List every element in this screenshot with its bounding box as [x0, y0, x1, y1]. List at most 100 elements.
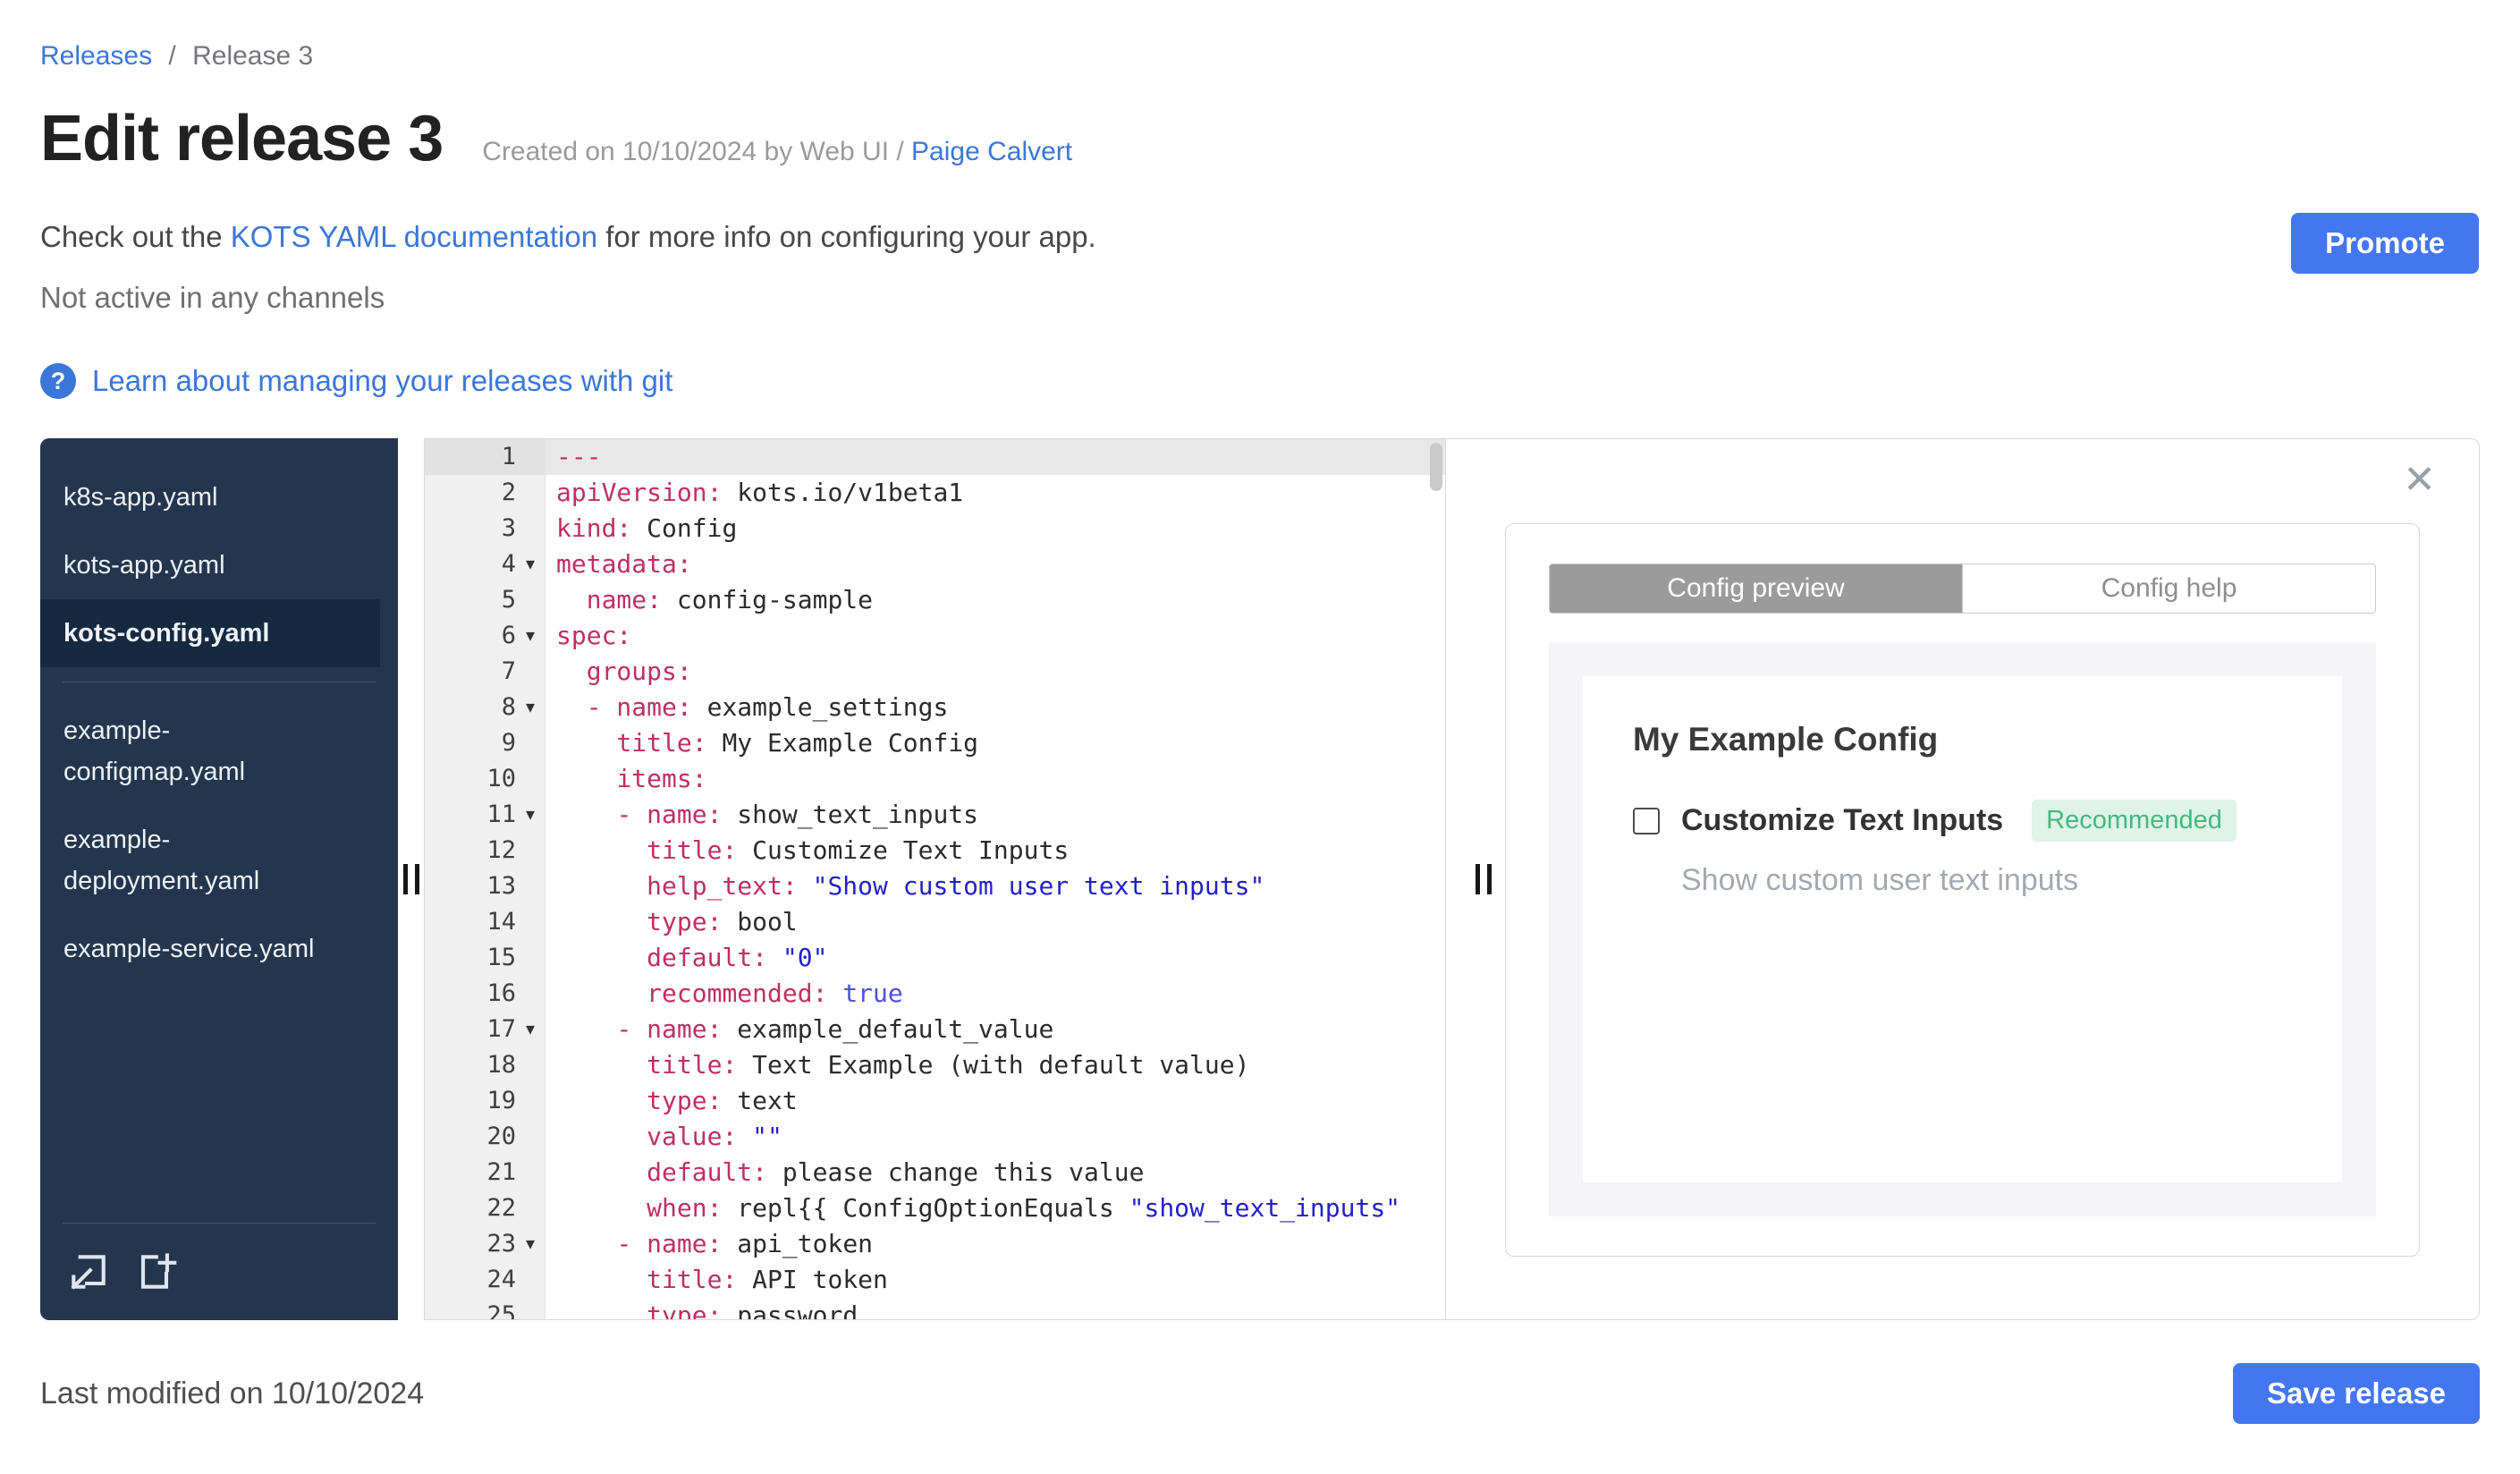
- editor-scrollbar-thumb[interactable]: [1430, 443, 1442, 491]
- code-line-24[interactable]: 24 title: API token: [425, 1262, 1445, 1298]
- sidebar-resize-gutter: [398, 438, 424, 1320]
- code-line-19[interactable]: 19 type: text: [425, 1083, 1445, 1119]
- code-line-9[interactable]: 9 title: My Example Config: [425, 725, 1445, 761]
- line-number: 10: [425, 761, 545, 797]
- close-icon[interactable]: ✕: [2403, 461, 2436, 500]
- question-mark-icon: ?: [40, 363, 76, 399]
- code-line-22[interactable]: 22 when: repl{{ ConfigOptionEquals "show…: [425, 1190, 1445, 1226]
- fold-arrow-icon[interactable]: ▾: [516, 690, 545, 725]
- code-line-16[interactable]: 16 recommended: true: [425, 976, 1445, 1012]
- line-number: 7: [425, 654, 545, 690]
- code-line-13[interactable]: 13 help_text: "Show custom user text inp…: [425, 868, 1445, 904]
- sidebar-file-example-deployment.yaml[interactable]: example- deployment.yaml: [40, 806, 398, 915]
- code-line-14[interactable]: 14 type: bool: [425, 904, 1445, 940]
- preview-resize-handle[interactable]: [1470, 859, 1497, 900]
- fold-arrow-icon[interactable]: ▾: [516, 797, 545, 833]
- code-line-17[interactable]: 17 ▾ - name: example_default_value: [425, 1012, 1445, 1047]
- line-number: 3: [425, 511, 545, 546]
- breadcrumb-current: Release 3: [192, 41, 314, 71]
- line-number: 9: [425, 725, 545, 761]
- code-line-18[interactable]: 18 title: Text Example (with default val…: [425, 1047, 1445, 1083]
- sidebar-file-kots-config.yaml[interactable]: kots-config.yaml: [40, 599, 380, 667]
- promote-button[interactable]: Promote: [2291, 213, 2479, 274]
- code-text[interactable]: type: bool: [545, 904, 798, 940]
- config-preview-panel: ✕ Config preview Config help My Example C…: [1446, 438, 2480, 1320]
- sidebar-file-actions: [65, 1249, 178, 1295]
- fold-arrow-icon[interactable]: ▾: [516, 1012, 545, 1047]
- code-line-25[interactable]: 25 type: password: [425, 1298, 1445, 1319]
- code-line-2[interactable]: 2 apiVersion: kots.io/v1beta1: [425, 475, 1445, 511]
- code-text[interactable]: title: My Example Config: [545, 725, 978, 761]
- created-by-link[interactable]: Paige Calvert: [911, 137, 1072, 166]
- line-number: 16: [425, 976, 545, 1012]
- sidebar-resize-handle[interactable]: [398, 859, 425, 900]
- code-text[interactable]: - name: example_default_value: [545, 1012, 1053, 1047]
- fold-arrow-icon[interactable]: ▾: [516, 1226, 545, 1262]
- code-line-11[interactable]: 11 ▾ - name: show_text_inputs: [425, 797, 1445, 833]
- footer: Last modified on 10/10/2024 Save release: [40, 1363, 2480, 1424]
- code-line-3[interactable]: 3 kind: Config: [425, 511, 1445, 546]
- code-text[interactable]: items:: [545, 761, 706, 797]
- code-text[interactable]: title: Customize Text Inputs: [545, 833, 1069, 868]
- code-line-8[interactable]: 8 ▾ - name: example_settings: [425, 690, 1445, 725]
- tab-config-preview[interactable]: Config preview: [1550, 564, 1962, 613]
- created-text: Created on 10/10/2024 by Web UI /: [482, 137, 912, 166]
- code-text[interactable]: recommended: true: [545, 976, 903, 1012]
- code-line-7[interactable]: 7 groups:: [425, 654, 1445, 690]
- fold-arrow-icon[interactable]: ▾: [516, 546, 545, 582]
- code-line-21[interactable]: 21 default: please change this value: [425, 1155, 1445, 1190]
- code-line-23[interactable]: 23 ▾ - name: api_token: [425, 1226, 1445, 1262]
- code-line-4[interactable]: 4 ▾ metadata:: [425, 546, 1445, 582]
- code-text[interactable]: type: password: [545, 1298, 858, 1319]
- tab-config-help[interactable]: Config help: [1962, 564, 2375, 613]
- code-line-1[interactable]: 1 ---: [425, 439, 1445, 475]
- new-file-icon[interactable]: [131, 1249, 178, 1295]
- line-number: 20: [425, 1119, 545, 1155]
- config-checkbox[interactable]: [1633, 807, 1660, 834]
- code-text[interactable]: kind: Config: [545, 511, 737, 546]
- code-text[interactable]: ---: [545, 439, 602, 475]
- code-text[interactable]: default: please change this value: [545, 1155, 1144, 1190]
- save-release-button[interactable]: Save release: [2232, 1363, 2480, 1424]
- code-line-20[interactable]: 20 value: "": [425, 1119, 1445, 1155]
- line-number: 11 ▾: [425, 797, 545, 833]
- code-text[interactable]: title: API token: [545, 1262, 888, 1298]
- code-line-6[interactable]: 6 ▾ spec:: [425, 618, 1445, 654]
- yaml-code-editor[interactable]: 1 --- 2 apiVersion: kots.io/v1beta1 3 kind: C…: [424, 438, 1446, 1320]
- code-line-12[interactable]: 12 title: Customize Text Inputs: [425, 833, 1445, 868]
- git-releases-link[interactable]: Learn about managing your releases with …: [92, 364, 672, 398]
- code-text[interactable]: default: "0": [545, 940, 827, 976]
- line-number: 22: [425, 1190, 545, 1226]
- sidebar-file-example-service.yaml[interactable]: example-service.yaml: [40, 915, 398, 983]
- code-text[interactable]: value: "": [545, 1119, 782, 1155]
- code-text[interactable]: - name: api_token: [545, 1226, 873, 1262]
- code-text[interactable]: title: Text Example (with default value): [545, 1047, 1249, 1083]
- kots-docs-link[interactable]: KOTS YAML documentation: [231, 220, 597, 253]
- upload-file-icon[interactable]: [65, 1249, 112, 1295]
- code-line-5[interactable]: 5 name: config-sample: [425, 582, 1445, 618]
- code-text[interactable]: help_text: "Show custom user text inputs…: [545, 868, 1264, 904]
- code-line-10[interactable]: 10 items:: [425, 761, 1445, 797]
- code-text[interactable]: when: repl{{ ConfigOptionEquals "show_te…: [545, 1190, 1400, 1226]
- code-text[interactable]: spec:: [545, 618, 631, 654]
- code-text[interactable]: metadata:: [545, 546, 692, 582]
- sidebar-file-example-configmap.yaml[interactable]: example- configmap.yaml: [40, 697, 398, 806]
- code-line-15[interactable]: 15 default: "0": [425, 940, 1445, 976]
- breadcrumb-releases-link[interactable]: Releases: [40, 41, 152, 71]
- line-number: 25: [425, 1298, 545, 1319]
- fold-arrow-icon[interactable]: ▾: [516, 618, 545, 654]
- line-number: 5: [425, 582, 545, 618]
- code-text[interactable]: - name: example_settings: [545, 690, 949, 725]
- code-text[interactable]: - name: show_text_inputs: [545, 797, 978, 833]
- code-text[interactable]: name: config-sample: [545, 582, 873, 618]
- code-text[interactable]: apiVersion: kots.io/v1beta1: [545, 475, 963, 511]
- sidebar-file-kots-app.yaml[interactable]: kots-app.yaml: [40, 531, 398, 599]
- line-number: 17 ▾: [425, 1012, 545, 1047]
- sidebar-file-k8s-app.yaml[interactable]: k8s-app.yaml: [40, 463, 398, 531]
- git-help-row: ? Learn about managing your releases wit…: [40, 363, 2480, 399]
- line-number: 6 ▾: [425, 618, 545, 654]
- config-preview-body: My Example Config Customize Text Inputs …: [1549, 642, 2376, 1216]
- code-text[interactable]: type: text: [545, 1083, 798, 1119]
- file-list: k8s-app.yaml kots-app.yaml kots-config.yam…: [40, 463, 398, 983]
- code-text[interactable]: groups:: [545, 654, 692, 690]
